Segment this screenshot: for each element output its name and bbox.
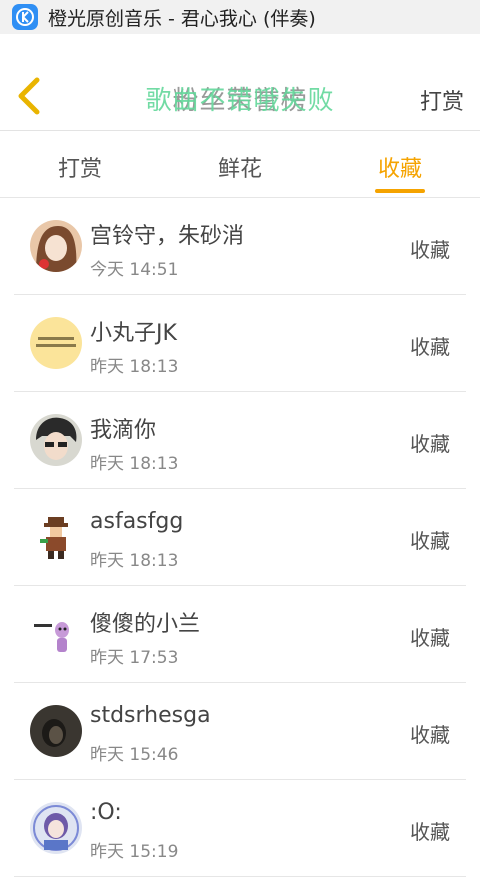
list-item[interactable]: 傻傻的小兰 昨天 17:53 收藏 [14,586,466,683]
page-header: 粉丝荣誉榜 歌曲不错哦失败 打赏 [0,34,480,131]
favorite-label: 收藏 [410,626,450,650]
reward-button[interactable]: 打赏 [420,84,464,116]
chevron-left-icon [18,77,40,115]
favorite-label: 收藏 [410,723,450,747]
list-item[interactable]: stdsrhesga 昨天 15:46 收藏 [14,683,466,780]
boy-portrait-avatar[interactable] [30,414,82,466]
window-title: 橙光原创音乐 - 君心我心 (伴奏) [48,7,316,30]
favorite-label: 收藏 [410,335,450,359]
favorite-label: 收藏 [410,820,450,844]
tab-flowers[interactable]: 鲜花 [160,131,320,197]
title-bar: 橙光原创音乐 - 君心我心 (伴奏) [0,0,480,34]
page-title-overlay: 歌曲不错哦失败 [110,80,370,117]
favorite-label: 收藏 [410,432,450,456]
toast-message: 歌曲不错哦 [145,86,281,116]
tab-bar: 打赏 鲜花 收藏 [0,131,480,198]
list-item[interactable]: 宫铃守，朱砂消 今天 14:51 收藏 [14,198,466,295]
girl-portrait-avatar[interactable] [30,220,82,272]
fan-name: 傻傻的小兰 [90,612,201,637]
pixel-character-avatar[interactable] [30,511,82,563]
k-logo-icon [12,4,38,30]
fan-time: 今天 14:51 [90,260,179,280]
back-button[interactable] [8,74,52,118]
fan-list: 宫铃守，朱砂消 今天 14:51 收藏 小丸子JK 昨天 18:13 收藏 我滴… [0,198,480,877]
page-title: 粉丝荣誉榜 歌曲不错哦失败 [110,80,370,120]
fan-name: 我滴你 [90,418,157,443]
list-item[interactable]: 小丸子JK 昨天 18:13 收藏 [14,295,466,392]
fan-name: 小丸子JK [90,321,177,346]
cartoon-avatar[interactable] [30,608,82,660]
list-item[interactable]: 我滴你 昨天 18:13 收藏 [14,392,466,489]
fan-time: 昨天 18:13 [90,454,179,474]
favorite-label: 收藏 [410,529,450,553]
tab-reward[interactable]: 打赏 [0,131,160,197]
fan-time: 昨天 17:53 [90,648,179,668]
list-item[interactable]: :O: 昨天 15:19 收藏 [14,780,466,877]
favorite-label: 收藏 [410,238,450,262]
fan-name: 宫铃守，朱砂消 [90,224,245,249]
fan-name: asfasfgg [90,509,184,534]
fan-name: :O: [90,800,122,825]
yellow-text-avatar[interactable] [30,317,82,369]
fan-time: 昨天 15:19 [90,842,179,862]
dark-photo-avatar[interactable] [30,705,82,757]
toast-status: 失败 [280,86,335,116]
fan-time: 昨天 18:13 [90,357,179,377]
tab-favorites[interactable]: 收藏 [320,131,480,197]
list-item[interactable]: asfasfgg 昨天 18:13 收藏 [14,489,466,586]
anime-girl-avatar[interactable] [30,802,82,854]
fan-name: stdsrhesga [90,703,211,728]
fan-time: 昨天 15:46 [90,745,179,765]
fan-time: 昨天 18:13 [90,551,179,571]
